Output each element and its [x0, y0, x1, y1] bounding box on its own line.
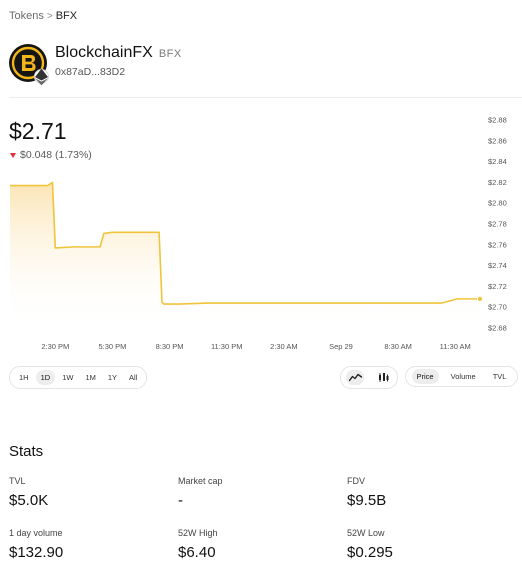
stat-value: $6.40: [178, 544, 216, 561]
stat-value: $132.90: [9, 544, 64, 561]
token-symbol: BFX: [158, 48, 182, 60]
current-price-dot: [476, 295, 484, 302]
metric-selector: Price Volume TVL: [405, 366, 518, 387]
stat-value: $0.295: [347, 544, 393, 561]
token-logo: [9, 44, 49, 85]
stat-value: $9.5B: [347, 492, 387, 509]
timeframe-1w[interactable]: 1W: [57, 370, 78, 385]
price-area-fill: [10, 182, 480, 328]
metric-volume[interactable]: Volume: [446, 369, 481, 384]
x-tick-label: 8:30 AM: [384, 342, 412, 351]
ethereum-icon: [35, 68, 48, 85]
header-divider: [9, 97, 522, 98]
timeframe-selector: 1H 1D 1W 1M 1Y All: [9, 366, 148, 389]
stat-52w-high: 52W High $6.40: [178, 528, 218, 561]
chart-type-selector: [340, 366, 398, 389]
candlestick-chart-icon: [378, 373, 388, 382]
stat-label: 52W Low: [347, 528, 385, 538]
price-chart[interactable]: $2.88 $2.86 $2.84 $2.82 $2.80 $2.78 $2.76 $2.74…: [0, 110, 522, 356]
token-address[interactable]: 0x87aD...83D2: [55, 66, 182, 78]
x-tick-label: 11:30 AM: [440, 342, 471, 351]
timeframe-1h[interactable]: 1H: [14, 370, 34, 385]
stat-label: Market cap: [178, 476, 223, 486]
y-tick-label: $2.88: [488, 116, 507, 125]
x-tick-label: 5:30 PM: [98, 342, 126, 351]
line-chart-icon: [348, 373, 362, 382]
token-info: BlockchainFX BFX 0x87aD...83D2: [55, 44, 182, 78]
y-tick-label: $2.80: [488, 199, 507, 208]
stats-title: Stats: [9, 443, 44, 460]
chevron-right-icon: >: [46, 10, 53, 22]
stat-52w-low: 52W Low $0.295: [347, 528, 393, 561]
timeframe-all[interactable]: All: [124, 370, 142, 385]
y-tick-label: $2.78: [488, 220, 507, 229]
stat-label: FDV: [347, 476, 365, 486]
breadcrumb-tokens-link[interactable]: Tokens: [9, 10, 44, 22]
timeframe-1d[interactable]: 1D: [35, 370, 56, 385]
metric-tvl[interactable]: TVL: [488, 369, 512, 384]
y-axis: $2.88 $2.86 $2.84 $2.82 $2.80 $2.78 $2.76 $2.74…: [488, 116, 507, 333]
token-header: BlockchainFX BFX 0x87aD...83D2: [9, 44, 182, 85]
metric-price[interactable]: Price: [411, 369, 439, 384]
stat-label: 1 day volume: [9, 528, 63, 538]
stat-day-volume: 1 day volume $132.90: [9, 528, 63, 561]
stat-tvl: TVL $5.0K: [9, 476, 48, 509]
x-tick-label: Sep 29: [329, 342, 353, 351]
timeframe-1m[interactable]: 1M: [80, 370, 100, 385]
token-name: BlockchainFX: [55, 44, 153, 61]
stat-value: $5.0K: [9, 492, 49, 509]
y-tick-label: $2.68: [488, 324, 507, 333]
stat-label: TVL: [9, 476, 26, 486]
breadcrumb-current: BFX: [55, 10, 78, 22]
x-tick-label: 2:30 PM: [41, 342, 69, 351]
breadcrumb: Tokens > BFX: [9, 10, 77, 22]
y-tick-label: $2.74: [488, 261, 507, 270]
line-chart-button[interactable]: [346, 370, 364, 385]
x-tick-label: 8:30 PM: [156, 342, 184, 351]
chain-badge: [34, 68, 49, 85]
y-tick-label: $2.86: [488, 136, 507, 145]
chart-area: [10, 181, 484, 328]
timeframe-1y[interactable]: 1Y: [103, 370, 122, 385]
stat-fdv: FDV $9.5B: [347, 476, 386, 509]
y-tick-label: $2.72: [488, 282, 507, 291]
y-tick-label: $2.70: [488, 303, 507, 312]
y-tick-label: $2.84: [488, 157, 507, 166]
x-tick-label: 11:30 PM: [211, 342, 243, 351]
x-axis: 2:30 PM 5:30 PM 8:30 PM 11:30 PM 2:30 AM Sep …: [41, 342, 470, 351]
stat-label: 52W High: [178, 528, 218, 538]
stat-value: -: [178, 492, 183, 509]
candlestick-chart-button[interactable]: [374, 370, 392, 385]
y-tick-label: $2.76: [488, 240, 507, 249]
x-tick-label: 2:30 AM: [270, 342, 298, 351]
y-tick-label: $2.82: [488, 178, 507, 187]
stat-market-cap: Market cap -: [178, 476, 223, 509]
